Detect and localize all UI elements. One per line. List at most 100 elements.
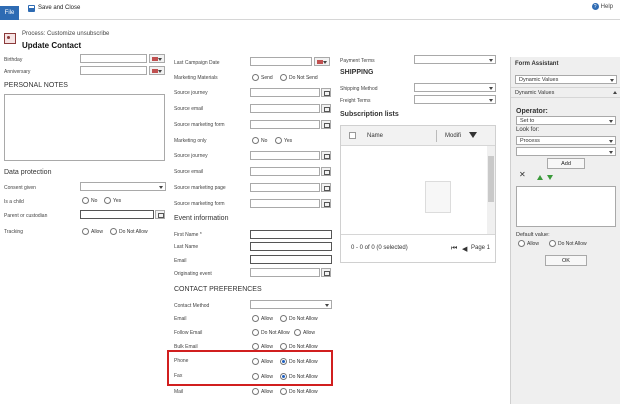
operator-value: Set to xyxy=(520,118,535,124)
radio-icon xyxy=(549,240,556,247)
source-marketing-form-2-lookup-icon[interactable] xyxy=(321,199,331,208)
tracking-do-not-allow-radio[interactable]: Do Not Allow xyxy=(110,228,148,235)
last-campaign-calendar-icon[interactable] xyxy=(314,57,330,66)
marketing-only-no-radio[interactable]: No xyxy=(252,137,267,144)
operator-select[interactable]: Set to xyxy=(516,116,616,125)
radio-icon xyxy=(294,329,301,336)
help-icon: ? xyxy=(591,3,599,10)
anniversary-input[interactable] xyxy=(80,66,147,75)
source-email-input[interactable] xyxy=(250,104,320,113)
last-campaign-date-input[interactable] xyxy=(250,57,312,66)
radio-icon xyxy=(252,74,259,81)
follow-email-do-not-allow-radio[interactable]: Do Not Allow xyxy=(252,329,290,336)
source-marketing-page-input[interactable] xyxy=(250,183,320,192)
radio-icon xyxy=(252,343,259,350)
is-child-yes-label: Yes xyxy=(113,197,122,204)
shipping-header: SHIPPING xyxy=(340,69,374,76)
last-name-input[interactable] xyxy=(250,242,332,251)
first-page-icon[interactable]: ⏮ xyxy=(451,245,457,253)
allow-label: Allow xyxy=(261,315,273,322)
freight-terms-select[interactable] xyxy=(414,95,496,104)
birthday-calendar-icon[interactable] xyxy=(149,54,165,63)
source-marketing-page-lookup-icon[interactable] xyxy=(321,183,331,192)
email-do-not-allow-radio[interactable]: Do Not Allow xyxy=(280,315,318,322)
source-email-lookup-icon[interactable] xyxy=(321,104,331,113)
originating-event-label: Originating event xyxy=(174,271,212,277)
file-tab[interactable]: File xyxy=(0,6,19,20)
source-email-2-lookup-icon[interactable] xyxy=(321,167,331,176)
filter-icon[interactable] xyxy=(469,132,477,138)
delete-icon[interactable]: ✕ xyxy=(519,170,526,179)
source-marketing-form-2-label: Source marketing form xyxy=(174,201,225,207)
source-marketing-form-2-input[interactable] xyxy=(250,199,320,208)
radio-icon xyxy=(82,197,89,204)
marketing-only-yes-radio[interactable]: Yes xyxy=(275,137,292,144)
is-child-yes-radio[interactable]: Yes xyxy=(104,197,121,204)
look-for-value: Process xyxy=(520,138,540,144)
source-journey-2-input[interactable] xyxy=(250,151,320,160)
email-allow-radio[interactable]: Allow xyxy=(252,315,273,322)
source-marketing-form-input[interactable] xyxy=(250,120,320,129)
contact-method-select[interactable] xyxy=(250,300,332,309)
default-allow-radio[interactable]: Allow xyxy=(518,240,539,247)
shipping-method-select[interactable] xyxy=(414,83,496,92)
bulk-email-allow-radio[interactable]: Allow xyxy=(252,343,273,350)
select-all-checkbox[interactable] xyxy=(349,132,356,139)
move-down-icon[interactable] xyxy=(547,175,553,180)
follow-email-allow-radio[interactable]: Allow xyxy=(294,329,315,336)
mail-label: Mail xyxy=(174,389,184,395)
ok-button[interactable]: OK xyxy=(545,255,587,266)
help-button[interactable]: ? Help xyxy=(591,3,613,10)
source-journey-input[interactable] xyxy=(250,88,320,97)
tracking-allow-radio[interactable]: Allow xyxy=(82,228,103,235)
collapse-icon[interactable] xyxy=(613,91,617,94)
help-label: Help xyxy=(600,3,613,10)
allow-label: Allow xyxy=(303,329,315,336)
look-for-label: Look for: xyxy=(516,127,540,133)
add-button[interactable]: Add xyxy=(547,158,585,169)
add-button-label: Add xyxy=(561,160,571,167)
originating-event-lookup-icon[interactable] xyxy=(321,268,331,277)
last-name-label: Last Name xyxy=(174,244,199,250)
grid-scrollbar[interactable] xyxy=(487,146,495,234)
radio-icon xyxy=(110,228,117,235)
parent-custodian-input[interactable] xyxy=(80,210,154,219)
assistant-dropdown[interactable]: Dynamic Values xyxy=(515,75,617,84)
source-marketing-form-lookup-icon[interactable] xyxy=(321,120,331,129)
payment-terms-select[interactable] xyxy=(414,55,496,64)
parent-custodian-label: Parent or custodian xyxy=(4,213,48,219)
source-email-2-input[interactable] xyxy=(250,167,320,176)
anniversary-calendar-icon[interactable] xyxy=(149,66,165,75)
grid-col-name[interactable]: Name xyxy=(367,133,383,139)
default-do-not-allow-radio[interactable]: Do Not Allow xyxy=(549,240,587,247)
birthday-input[interactable] xyxy=(80,54,147,63)
personal-notes-textarea[interactable] xyxy=(4,94,165,161)
look-for-select[interactable]: Process xyxy=(516,136,616,145)
mm-do-not-send-radio[interactable]: Do Not Send xyxy=(280,74,318,81)
first-name-input[interactable] xyxy=(250,230,332,239)
is-child-no-radio[interactable]: No xyxy=(82,197,97,204)
is-child-label: Is a child xyxy=(4,199,24,205)
parent-lookup-icon[interactable] xyxy=(155,210,165,219)
mail-allow-radio[interactable]: Allow xyxy=(252,388,273,395)
email-input[interactable] xyxy=(250,255,332,264)
source-journey-2-lookup-icon[interactable] xyxy=(321,151,331,160)
save-and-close-button[interactable]: Save and Close xyxy=(28,3,80,13)
field-select[interactable] xyxy=(516,147,616,156)
move-up-icon[interactable] xyxy=(537,175,543,180)
grid-col-modified[interactable]: Modifi xyxy=(445,133,461,139)
event-information-header: Event information xyxy=(174,215,229,222)
mm-send-radio[interactable]: Send xyxy=(252,74,273,81)
source-email-2-label: Source email xyxy=(174,169,204,175)
save-and-close-label: Save and Close xyxy=(38,5,81,11)
dynamic-values-list[interactable] xyxy=(516,186,616,227)
consent-given-select[interactable] xyxy=(80,182,166,191)
originating-event-input[interactable] xyxy=(250,268,320,277)
mail-do-not-allow-radio[interactable]: Do Not Allow xyxy=(280,388,318,395)
source-journey-lookup-icon[interactable] xyxy=(321,88,331,97)
previous-page-icon[interactable]: ◀ xyxy=(462,245,467,253)
marketing-only-label: Marketing only xyxy=(174,138,207,144)
bulk-email-do-not-allow-radio[interactable]: Do Not Allow xyxy=(280,343,318,350)
allow-label: Allow xyxy=(261,343,273,350)
grid-scroll-thumb[interactable] xyxy=(488,156,494,202)
